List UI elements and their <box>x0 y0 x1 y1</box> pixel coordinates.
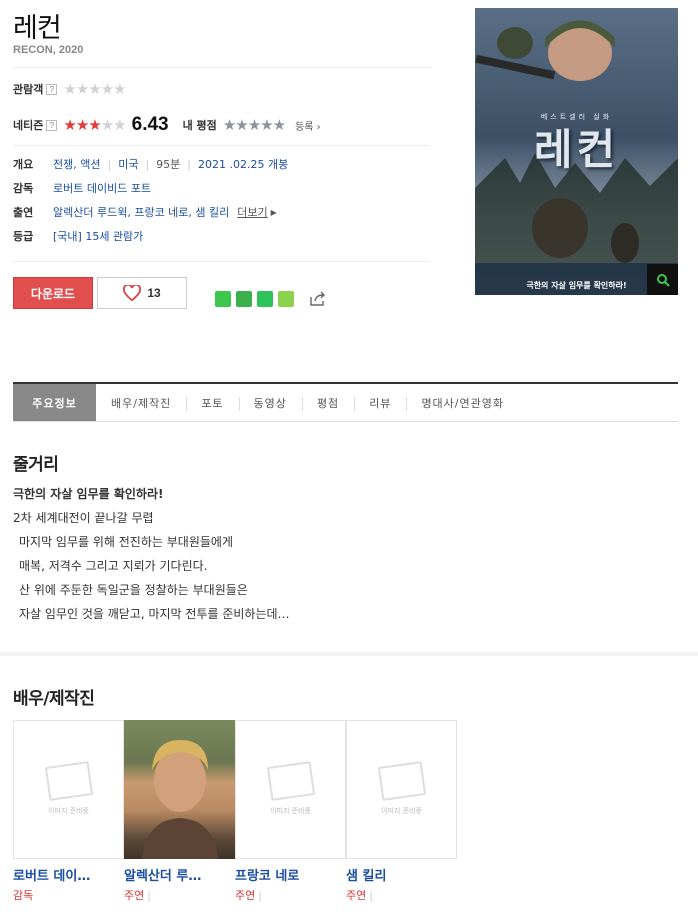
movie-title: 레컨 <box>13 13 62 44</box>
tab-photo[interactable]: 포토 <box>186 384 238 421</box>
my-rating-stars[interactable]: ★★★★★ <box>223 117 286 133</box>
netizen-score: 6.43 <box>131 114 169 135</box>
magnifier-icon <box>656 273 670 287</box>
person-role: 감독 <box>13 889 34 902</box>
help-icon[interactable]: ? <box>46 83 58 95</box>
director-row: 감독 로버트 데이비드 포트 <box>13 180 151 196</box>
image-placeholder-icon <box>44 760 93 801</box>
cast-list: 이미지 준비중 로버트 데이… 감독 알렉산더 루… 주연 | 이미지 준비중 프… <box>13 720 457 903</box>
section-separator <box>0 652 698 656</box>
more-link[interactable]: 더보기 <box>237 204 267 220</box>
tab-video[interactable]: 동영상 <box>238 384 302 421</box>
grade-row: 등급 [국내] 15세 관람가 <box>13 228 143 244</box>
placeholder-text: 이미지 준비중 <box>381 806 422 815</box>
image-placeholder-icon <box>266 760 315 801</box>
person-role: 주연 | <box>235 889 262 902</box>
tab-bar: 주요정보 배우/제작진 포토 동영상 평점 리뷰 명대사/연관영화 <box>13 382 678 422</box>
overview-label: 개요 <box>13 158 34 171</box>
tab-main-info[interactable]: 주요정보 <box>13 384 96 421</box>
my-rating-label: 내 평점 <box>182 119 217 132</box>
tab-quotes-related[interactable]: 명대사/연관영화 <box>406 384 519 421</box>
cast-heading: 배우/제작진 <box>13 689 95 709</box>
share-icon[interactable] <box>309 291 327 307</box>
placeholder-image[interactable]: 이미지 준비중 <box>13 720 124 859</box>
caret-right-icon: ▶ <box>270 207 277 217</box>
cast-card[interactable]: 이미지 준비중 프랑코 네로 주연 | <box>235 720 346 903</box>
placeholder-text: 이미지 준비중 <box>48 806 89 815</box>
placeholder-text: 이미지 준비중 <box>270 806 311 815</box>
download-button[interactable]: 다운로드 <box>13 277 93 309</box>
divider <box>13 145 430 146</box>
placeholder-image[interactable]: 이미지 준비중 <box>235 720 346 859</box>
tab-cast-crew[interactable]: 배우/제작진 <box>96 384 186 421</box>
divider <box>13 261 430 262</box>
zoom-button[interactable] <box>647 264 678 295</box>
cast-row: 출연 알렉산더 루드윅, 프랑코 네로, 샘 킬리 더보기 ▶ <box>13 204 277 220</box>
genre-link[interactable]: 전쟁, 액션 <box>53 156 100 172</box>
netizen-rating: 네티즌 ? ★★★★★ 6.43 내 평점 ★★★★★ 등록 › <box>13 114 321 136</box>
synopsis-text: 극한의 자살 임무를 확인하라! 2차 세계대전이 끝나갈 무렵 마지막 임무를… <box>13 482 290 626</box>
cast-links[interactable]: 알렉산더 루드윅, 프랑코 네로, 샘 킬리 <box>53 204 229 220</box>
image-placeholder-icon <box>377 760 426 801</box>
blog-share-icon[interactable] <box>215 291 231 307</box>
director-link[interactable]: 로버트 데이비드 포트 <box>53 180 151 196</box>
grade-link[interactable]: [국내] 15세 관람가 <box>53 228 143 244</box>
audience-label: 관람객 <box>13 83 44 96</box>
person-name[interactable]: 알렉산더 루… <box>124 865 224 884</box>
audience-stars: ★★★★★ <box>63 79 126 98</box>
poster-title: 레컨 <box>533 125 620 174</box>
memo-share-icon[interactable] <box>278 291 294 307</box>
divider <box>13 67 430 68</box>
placeholder-image[interactable]: 이미지 준비중 <box>346 720 457 859</box>
cast-label: 출연 <box>13 206 34 219</box>
cast-card[interactable]: 이미지 준비중 샘 킬리 주연 | <box>346 720 457 903</box>
tab-rating[interactable]: 평점 <box>301 384 354 421</box>
like-count: 13 <box>147 286 161 300</box>
person-name[interactable]: 샘 킬리 <box>346 865 446 884</box>
person-role: 주연 | <box>124 889 151 902</box>
heart-icon <box>123 285 142 301</box>
country-link[interactable]: 미국 <box>118 156 138 172</box>
share-icons <box>215 291 327 307</box>
like-button[interactable]: 13 <box>97 277 187 309</box>
netizen-stars: ★★★★★ <box>63 115 126 134</box>
netizen-label: 네티즌 <box>13 119 44 132</box>
cafe-share-icon[interactable] <box>236 291 252 307</box>
tab-review[interactable]: 리뷰 <box>354 384 406 421</box>
release-date[interactable]: 2021 .02.25 개봉 <box>198 156 288 172</box>
synopsis-line: 산 위에 주둔한 독일군을 정찰하는 부대원들은 <box>19 583 248 597</box>
synopsis-line: 극한의 자살 임무를 확인하라! <box>13 487 164 501</box>
synopsis-heading: 줄거리 <box>13 455 59 475</box>
audience-rating: 관람객 ? ★★★★★ <box>13 79 127 98</box>
register-rating-link[interactable]: 등록 › <box>295 118 321 133</box>
synopsis-line: 매복, 저격수 그리고 지뢰가 기다린다. <box>19 559 208 573</box>
person-name[interactable]: 프랑코 네로 <box>235 865 335 884</box>
cast-card[interactable]: 이미지 준비중 로버트 데이… 감독 <box>13 720 124 903</box>
actor-photo[interactable] <box>124 720 235 859</box>
actor-portrait <box>142 740 218 859</box>
movie-poster[interactable]: 베스트셀러 실화 레컨 극한의 자살 임무를 확인하라! <box>475 8 678 295</box>
grade-label: 등급 <box>13 230 34 243</box>
help-icon[interactable]: ? <box>46 119 58 131</box>
person-role: 주연 | <box>346 889 373 902</box>
overview-row: 개요 전쟁, 액션 | 미국 | 95분 | 2021 .02.25 개봉 <box>13 156 289 172</box>
synopsis-line: 2차 세계대전이 끝나갈 무렵 <box>13 511 154 525</box>
bookmark-share-icon[interactable] <box>257 291 273 307</box>
synopsis-line: 자살 임무인 것을 깨닫고, 마지막 전투를 준비하는데… <box>19 607 290 621</box>
synopsis-line: 마지막 임무를 위해 전진하는 부대원들에게 <box>19 535 233 549</box>
director-label: 감독 <box>13 182 34 195</box>
person-name[interactable]: 로버트 데이… <box>13 865 113 884</box>
runtime: 95분 <box>156 158 181 171</box>
chevron-right-icon: › <box>316 121 321 133</box>
movie-subtitle: RECON, 2020 <box>13 44 84 56</box>
cast-card[interactable]: 알렉산더 루… 주연 | <box>124 720 235 903</box>
